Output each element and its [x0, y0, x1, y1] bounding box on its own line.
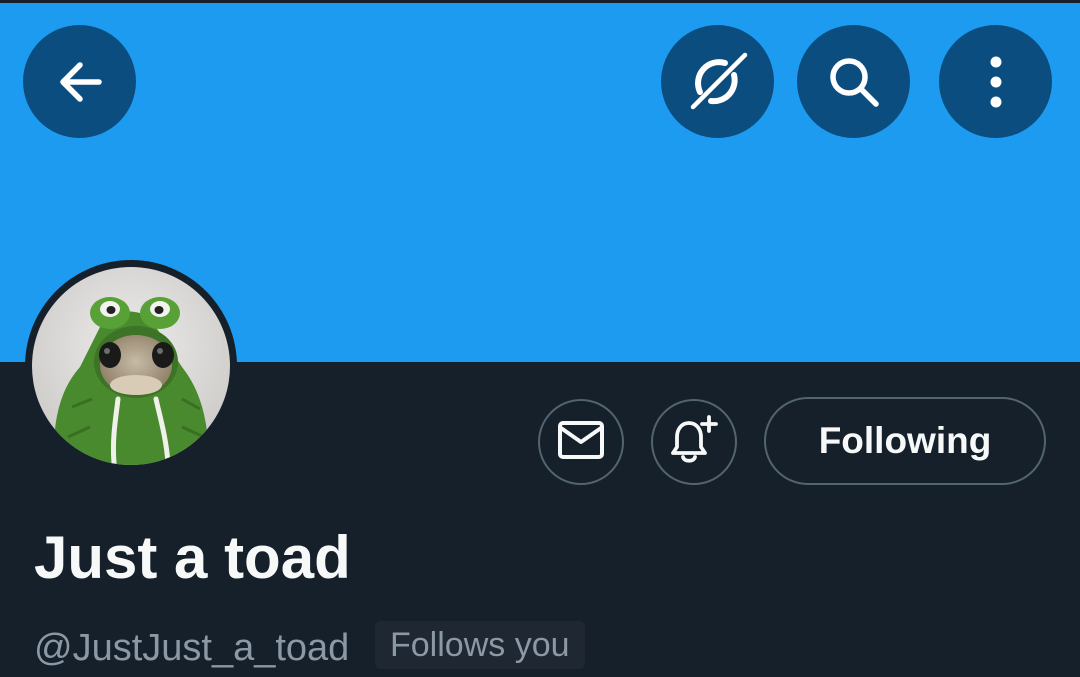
grok-button[interactable] — [661, 25, 774, 138]
profile-handle: @JustJust_a_toad — [34, 627, 350, 669]
more-options-button[interactable] — [939, 25, 1052, 138]
envelope-icon — [557, 420, 605, 465]
search-icon — [824, 52, 884, 112]
message-button[interactable] — [538, 399, 624, 485]
profile-display-name: Just a toad — [34, 524, 351, 591]
notifications-button[interactable] — [651, 399, 737, 485]
profile-avatar[interactable] — [25, 260, 237, 472]
search-button[interactable] — [797, 25, 910, 138]
profile-page: Following Just a toad @JustJust_a_toad F… — [0, 0, 1080, 677]
bell-plus-icon — [669, 414, 719, 470]
knitted-frog-avatar-image — [32, 267, 230, 465]
grok-icon — [685, 49, 751, 115]
following-button[interactable]: Following — [764, 397, 1046, 485]
back-button[interactable] — [23, 25, 136, 138]
arrow-left-icon — [53, 55, 107, 109]
follows-you-badge: Follows you — [375, 621, 585, 669]
vertical-dots-icon — [986, 52, 1006, 112]
